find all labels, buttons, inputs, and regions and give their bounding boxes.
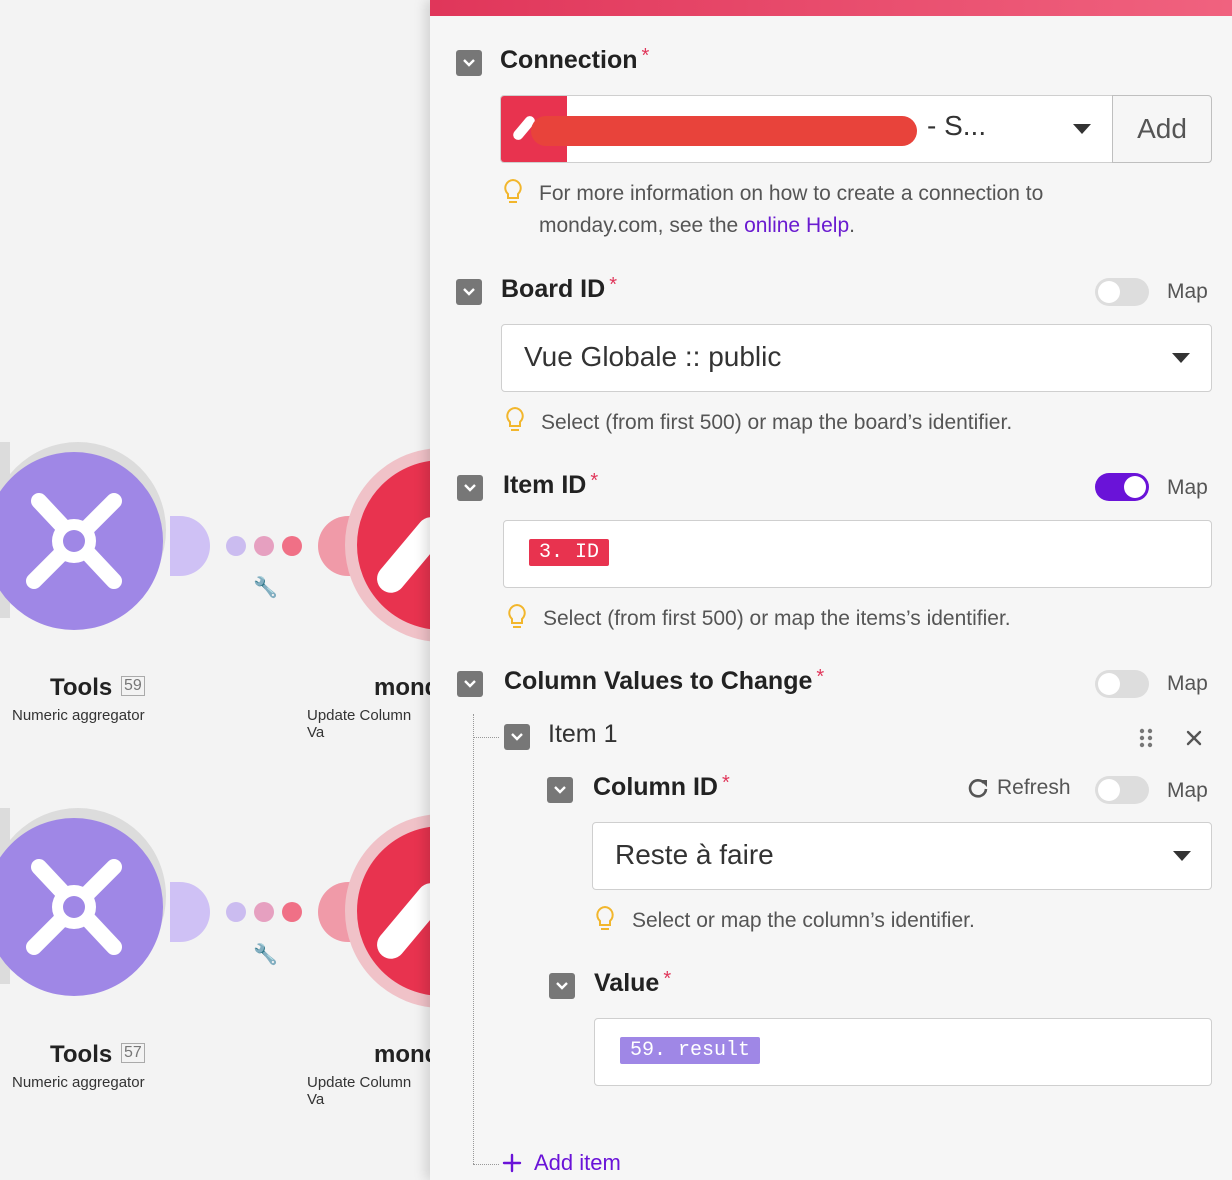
node-subtitle: Numeric aggregator [12,707,145,724]
monday-icon [371,877,430,965]
map-label: Map [1167,779,1208,802]
lightbulb-icon [596,905,614,930]
remove-item-icon[interactable] [1185,729,1203,747]
map-label: Map [1167,476,1208,499]
board-hint: Select (from first 500) or map the board… [541,411,1013,434]
dropdown-caret-icon [1172,353,1190,363]
mapped-value-pill[interactable]: 59. result [620,1037,761,1064]
columns-map-toggle[interactable] [1095,670,1149,698]
collapse-chevron-icon[interactable] [456,50,482,76]
mapped-value-pill[interactable]: 3. ID [529,539,610,566]
node-title: mond [374,674,430,701]
board-select[interactable]: Vue Globale :: public [501,324,1212,392]
panel-header-bar [430,0,1232,16]
collapse-chevron-icon[interactable] [504,724,530,750]
item-map-toggle[interactable] [1095,473,1149,501]
node-subtitle: Update Column Va [307,707,412,741]
lightbulb-icon [508,603,526,628]
collapse-chevron-icon[interactable] [456,279,482,305]
node-title: Tools [50,674,113,701]
collapse-chevron-icon[interactable] [547,777,573,803]
column-id-label: Column ID * [593,772,730,801]
map-label: Map [1167,280,1208,303]
item-id-label: Item ID * [503,470,599,499]
value-input[interactable]: 59. result [594,1018,1212,1086]
redaction-mark [531,116,917,146]
refresh-icon [968,779,988,798]
collapse-chevron-icon[interactable] [457,475,483,501]
connection-hint: For more information on how to create a … [539,182,1044,237]
drag-handle-icon[interactable] [1138,727,1154,749]
collapse-chevron-icon[interactable] [457,671,483,697]
item-hint: Select (from first 500) or map the items… [543,607,1011,630]
scenario-canvas[interactable]: 🔧 Tools 59 Numeric aggregator mond Updat… [0,0,430,1180]
lightbulb-icon [504,178,522,203]
tools-module-59[interactable] [0,442,166,630]
lightbulb-icon [506,406,524,431]
node-title: Tools [50,1041,113,1068]
board-value: Vue Globale :: public [524,341,782,372]
module-settings-panel: Connection * - S... Add For more informat… [430,0,1232,1180]
add-connection-button[interactable]: Add [1112,95,1212,163]
board-map-toggle[interactable] [1095,278,1149,306]
wrench-icon[interactable]: 🔧 [253,942,278,967]
board-id-label: Board ID * [501,274,617,303]
node-number: 59 [121,676,145,696]
monday-module[interactable] [345,814,430,1008]
value-label: Value * [594,968,672,997]
connection-label: Connection * [500,45,650,74]
online-help-link[interactable]: online Help [744,214,849,237]
connection-value: - S... [927,110,987,141]
map-label: Map [1167,672,1208,695]
item-1-label: Item 1 [548,720,618,748]
wrench-icon[interactable]: 🔧 [253,575,278,600]
column-id-map-toggle[interactable] [1095,776,1149,804]
node-number: 57 [121,1043,145,1063]
node-subtitle: Numeric aggregator [12,1074,145,1091]
monday-icon [371,511,430,599]
add-item-button[interactable]: Add item [502,1150,621,1176]
column-id-hint: Select or map the column’s identifier. [632,909,975,932]
dropdown-caret-icon [1073,124,1091,134]
collapse-chevron-icon[interactable] [549,973,575,999]
node-title: mond [374,1041,430,1068]
tools-icon [0,818,163,996]
plus-icon [502,1153,522,1173]
node-subtitle: Update Column Va [307,1074,412,1108]
connection-select[interactable]: - S... [500,95,1114,163]
column-id-select[interactable]: Reste à faire [592,822,1212,890]
tools-icon [0,452,163,630]
tree-line [473,714,474,1164]
dropdown-caret-icon [1173,851,1191,861]
refresh-button[interactable]: Refresh [967,776,1071,800]
item-id-input[interactable]: 3. ID [503,520,1212,588]
column-values-label: Column Values to Change * [504,666,825,695]
tools-module-57[interactable] [0,808,166,996]
column-id-value: Reste à faire [615,839,774,870]
monday-module[interactable] [345,448,430,642]
